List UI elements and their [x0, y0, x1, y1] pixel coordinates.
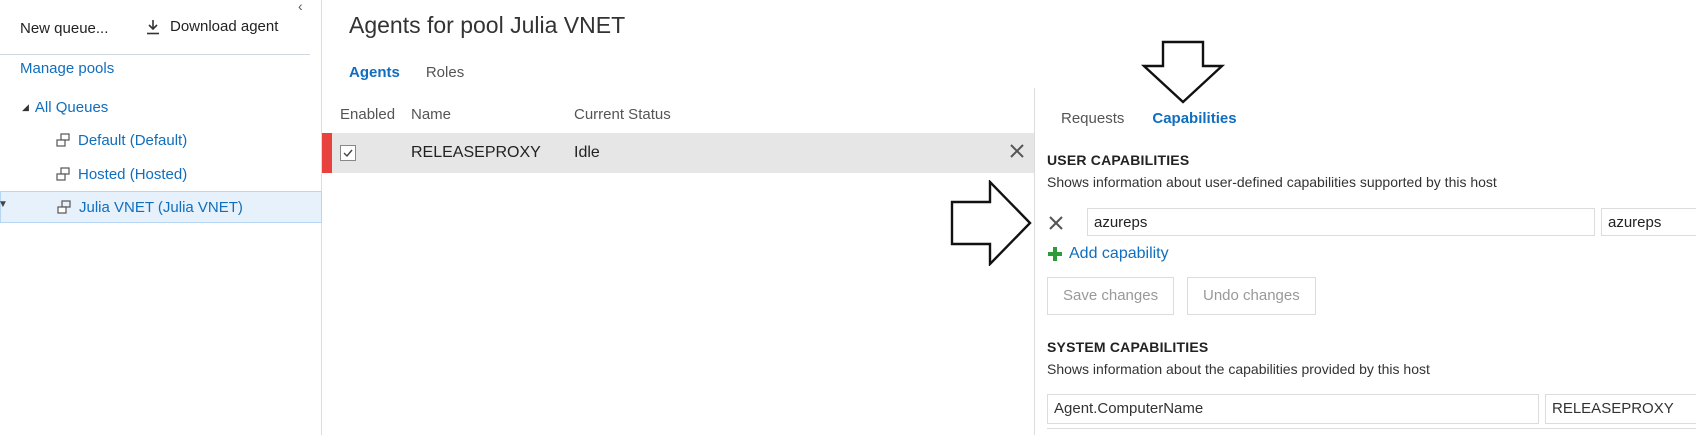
tree-item-hosted[interactable]: Hosted (Hosted)	[0, 158, 322, 190]
column-header-name[interactable]: Name	[411, 106, 451, 123]
system-capability-key: Agent.ComputerName	[1047, 394, 1539, 424]
tree-item-label: Default (Default)	[78, 131, 188, 149]
agents-grid-header: Enabled Name Current Status	[322, 106, 1034, 130]
checkbox-checked-icon	[343, 149, 353, 158]
download-icon	[147, 19, 159, 34]
tab-requests[interactable]: Requests	[1061, 110, 1124, 127]
close-icon[interactable]	[1047, 214, 1065, 232]
queue-icon	[56, 133, 70, 147]
main-tabs: Agents Roles	[349, 64, 464, 81]
expand-triangle-icon[interactable]: ◢	[22, 102, 29, 113]
left-toolbar: New queue... Download agent	[0, 0, 310, 55]
system-capability-row-next	[1047, 428, 1696, 435]
tree-item-default[interactable]: Default (Default)	[0, 124, 322, 156]
agent-status: Idle	[574, 144, 600, 161]
tab-roles[interactable]: Roles	[426, 64, 464, 81]
capability-value-input[interactable]	[1601, 208, 1696, 236]
manage-pools-link[interactable]: Manage pools	[20, 60, 114, 77]
column-header-enabled[interactable]: Enabled	[340, 106, 395, 123]
column-header-status[interactable]: Current Status	[574, 106, 671, 123]
queue-icon	[56, 167, 70, 181]
page-title: Agents for pool Julia VNET	[349, 12, 626, 38]
add-capability-button[interactable]: Add capability	[1047, 245, 1169, 263]
details-pane: Requests Capabilities USER CAPABILITIES …	[1034, 88, 1696, 435]
user-capabilities-title: USER CAPABILITIES	[1047, 152, 1190, 168]
download-agent-button[interactable]: Download agent	[146, 18, 278, 35]
tree-item-julia-vnet[interactable]: Julia VNET (Julia VNET)	[0, 191, 322, 223]
tree-all-queues[interactable]: ◢ All Queues	[0, 91, 322, 123]
agent-name: RELEASEPROXY	[411, 144, 541, 161]
annotation-arrow-down-icon	[1140, 40, 1226, 104]
tree-all-queues-label: All Queues	[34, 98, 109, 116]
annotation-arrow-right-icon	[950, 180, 1032, 266]
new-queue-button[interactable]: New queue...	[20, 20, 108, 37]
download-agent-label: Download agent	[170, 18, 279, 35]
splitter-caret-icon[interactable]: ▼	[0, 199, 8, 210]
system-capabilities-description: Shows information about the capabilities…	[1047, 361, 1430, 377]
save-changes-button[interactable]: Save changes	[1047, 277, 1175, 315]
left-pane: ‹ New queue... Download agent Manage poo…	[0, 0, 322, 435]
tab-capabilities[interactable]: Capabilities	[1152, 110, 1236, 127]
details-tabs: Requests Capabilities	[1061, 110, 1237, 127]
tree-item-label: Hosted (Hosted)	[78, 165, 188, 183]
undo-changes-button[interactable]: Undo changes	[1187, 277, 1316, 315]
close-icon[interactable]	[1007, 141, 1027, 161]
enabled-checkbox[interactable]	[340, 145, 356, 161]
user-capability-row	[1047, 208, 1696, 238]
tree-item-label: Julia VNET (Julia VNET)	[79, 198, 243, 216]
capability-key-input[interactable]	[1087, 208, 1595, 236]
status-indicator	[322, 133, 332, 173]
queue-icon	[57, 200, 71, 214]
plus-icon	[1048, 247, 1062, 261]
user-capabilities-description: Shows information about user-defined cap…	[1047, 174, 1497, 190]
add-capability-label: Add capability	[1069, 245, 1169, 262]
system-capability-value: RELEASEPROXY	[1545, 394, 1696, 424]
system-capability-row: Agent.ComputerName RELEASEPROXY	[1047, 394, 1696, 424]
tab-agents[interactable]: Agents	[349, 64, 400, 81]
table-row[interactable]: RELEASEPROXY Idle	[322, 133, 1034, 173]
system-capabilities-title: SYSTEM CAPABILITIES	[1047, 339, 1209, 355]
